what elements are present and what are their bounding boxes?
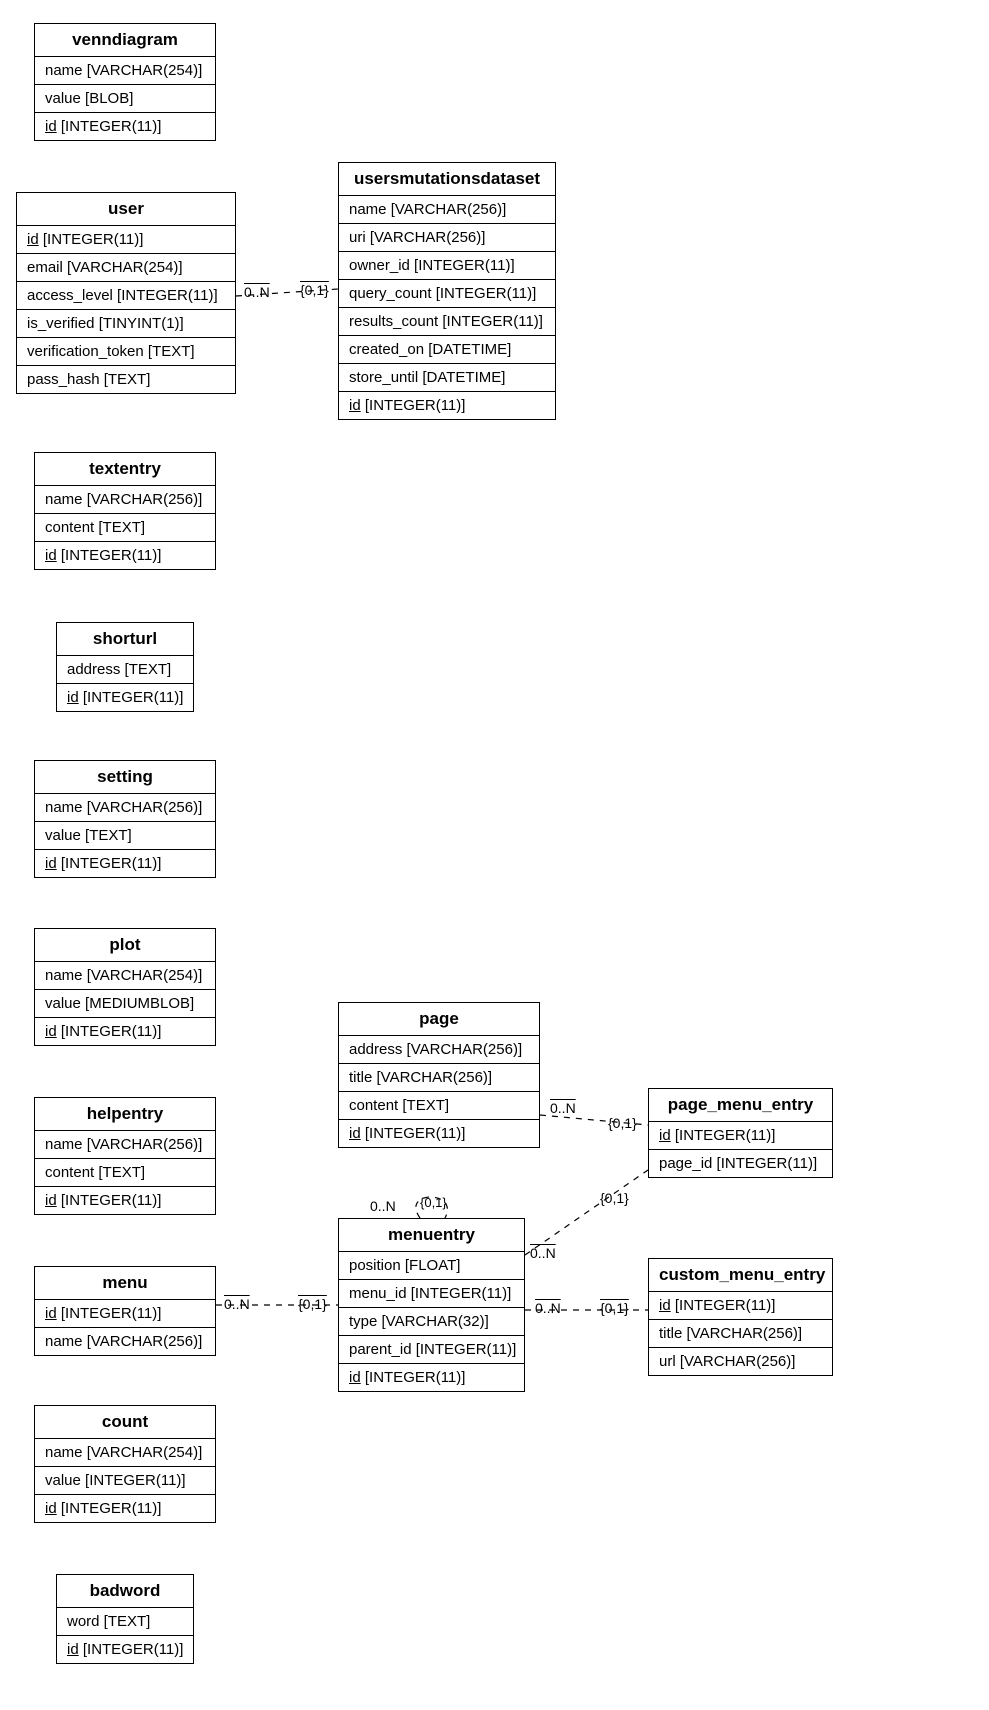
cardinality-label: 0..N: [535, 1300, 561, 1316]
cardinality-label: {0,1}: [298, 1296, 327, 1312]
column: menu_id [INTEGER(11)]: [339, 1280, 524, 1308]
column: name [VARCHAR(254)]: [35, 57, 215, 85]
entity-title: textentry: [35, 453, 215, 486]
cardinality-label: {0,1}: [608, 1115, 637, 1131]
column: value [TEXT]: [35, 822, 215, 850]
column: id [INTEGER(11)]: [339, 1364, 524, 1391]
column: name [VARCHAR(256)]: [339, 196, 555, 224]
column: store_until [DATETIME]: [339, 364, 555, 392]
column: content [TEXT]: [339, 1092, 539, 1120]
entity-title: menu: [35, 1267, 215, 1300]
entity-setting: setting name [VARCHAR(256)] value [TEXT]…: [34, 760, 216, 878]
column: address [TEXT]: [57, 656, 193, 684]
column: verification_token [TEXT]: [17, 338, 235, 366]
entity-user: user id [INTEGER(11)] email [VARCHAR(254…: [16, 192, 236, 394]
column: id [INTEGER(11)]: [35, 850, 215, 877]
column: id [INTEGER(11)]: [35, 1495, 215, 1522]
entity-title: setting: [35, 761, 215, 794]
entity-plot: plot name [VARCHAR(254)] value [MEDIUMBL…: [34, 928, 216, 1046]
column: results_count [INTEGER(11)]: [339, 308, 555, 336]
entity-title: plot: [35, 929, 215, 962]
column: word [TEXT]: [57, 1608, 193, 1636]
entity-title: shorturl: [57, 623, 193, 656]
cardinality-label: 0..N: [244, 284, 270, 300]
entity-title: count: [35, 1406, 215, 1439]
column: name [VARCHAR(256)]: [35, 1131, 215, 1159]
column: owner_id [INTEGER(11)]: [339, 252, 555, 280]
column: query_count [INTEGER(11)]: [339, 280, 555, 308]
entity-title: helpentry: [35, 1098, 215, 1131]
entity-count: count name [VARCHAR(254)] value [INTEGER…: [34, 1405, 216, 1523]
entity-title: user: [17, 193, 235, 226]
column: is_verified [TINYINT(1)]: [17, 310, 235, 338]
cardinality-label: {0,1}: [600, 1300, 629, 1316]
entity-custom-menu-entry: custom_menu_entry id [INTEGER(11)] title…: [648, 1258, 833, 1376]
column: id [INTEGER(11)]: [339, 1120, 539, 1147]
column: id [INTEGER(11)]: [35, 113, 215, 140]
entity-textentry: textentry name [VARCHAR(256)] content [T…: [34, 452, 216, 570]
entity-title: usersmutationsdataset: [339, 163, 555, 196]
column: id [INTEGER(11)]: [649, 1122, 832, 1150]
entity-shorturl: shorturl address [TEXT] id [INTEGER(11)]: [56, 622, 194, 712]
entity-title: menuentry: [339, 1219, 524, 1252]
entity-title: page_menu_entry: [649, 1089, 832, 1122]
entity-usersmutationsdataset: usersmutationsdataset name [VARCHAR(256)…: [338, 162, 556, 420]
column: id [INTEGER(11)]: [35, 1187, 215, 1214]
column: page_id [INTEGER(11)]: [649, 1150, 832, 1177]
column: id [INTEGER(11)]: [35, 542, 215, 569]
column: title [VARCHAR(256)]: [649, 1320, 832, 1348]
entity-title: badword: [57, 1575, 193, 1608]
column: id [INTEGER(11)]: [35, 1018, 215, 1045]
cardinality-label: 0..N: [530, 1245, 556, 1261]
entity-menu: menu id [INTEGER(11)] name [VARCHAR(256)…: [34, 1266, 216, 1356]
cardinality-label: {0,1}: [300, 282, 329, 298]
column: name [VARCHAR(256)]: [35, 486, 215, 514]
column: address [VARCHAR(256)]: [339, 1036, 539, 1064]
column: value [BLOB]: [35, 85, 215, 113]
column: id [INTEGER(11)]: [339, 392, 555, 419]
column: type [VARCHAR(32)]: [339, 1308, 524, 1336]
column: name [VARCHAR(256)]: [35, 794, 215, 822]
column: content [TEXT]: [35, 1159, 215, 1187]
column: parent_id [INTEGER(11)]: [339, 1336, 524, 1364]
column: title [VARCHAR(256)]: [339, 1064, 539, 1092]
column: access_level [INTEGER(11)]: [17, 282, 235, 310]
column: name [VARCHAR(254)]: [35, 962, 215, 990]
entity-page: page address [VARCHAR(256)] title [VARCH…: [338, 1002, 540, 1148]
entity-page-menu-entry: page_menu_entry id [INTEGER(11)] page_id…: [648, 1088, 833, 1178]
column: pass_hash [TEXT]: [17, 366, 235, 393]
cardinality-label: 0..N: [550, 1100, 576, 1116]
column: id [INTEGER(11)]: [17, 226, 235, 254]
entity-title: venndiagram: [35, 24, 215, 57]
entity-helpentry: helpentry name [VARCHAR(256)] content [T…: [34, 1097, 216, 1215]
entity-menuentry: menuentry position [FLOAT] menu_id [INTE…: [338, 1218, 525, 1392]
column: uri [VARCHAR(256)]: [339, 224, 555, 252]
entity-title: page: [339, 1003, 539, 1036]
column: value [INTEGER(11)]: [35, 1467, 215, 1495]
entity-venndiagram: venndiagram name [VARCHAR(254)] value [B…: [34, 23, 216, 141]
column: email [VARCHAR(254)]: [17, 254, 235, 282]
column: name [VARCHAR(254)]: [35, 1439, 215, 1467]
column: position [FLOAT]: [339, 1252, 524, 1280]
column: id [INTEGER(11)]: [57, 1636, 193, 1663]
entity-title: custom_menu_entry: [649, 1259, 832, 1292]
entity-badword: badword word [TEXT] id [INTEGER(11)]: [56, 1574, 194, 1664]
column: content [TEXT]: [35, 514, 215, 542]
cardinality-label: 0..N: [224, 1296, 250, 1312]
column: name [VARCHAR(256)]: [35, 1328, 215, 1355]
cardinality-label: 0..N: [370, 1198, 396, 1214]
column: created_on [DATETIME]: [339, 336, 555, 364]
column: id [INTEGER(11)]: [57, 684, 193, 711]
column: url [VARCHAR(256)]: [649, 1348, 832, 1375]
column: id [INTEGER(11)]: [649, 1292, 832, 1320]
cardinality-label: {0,1}: [600, 1190, 629, 1206]
cardinality-label: {0,1}: [420, 1195, 447, 1210]
column: id [INTEGER(11)]: [35, 1300, 215, 1328]
column: value [MEDIUMBLOB]: [35, 990, 215, 1018]
